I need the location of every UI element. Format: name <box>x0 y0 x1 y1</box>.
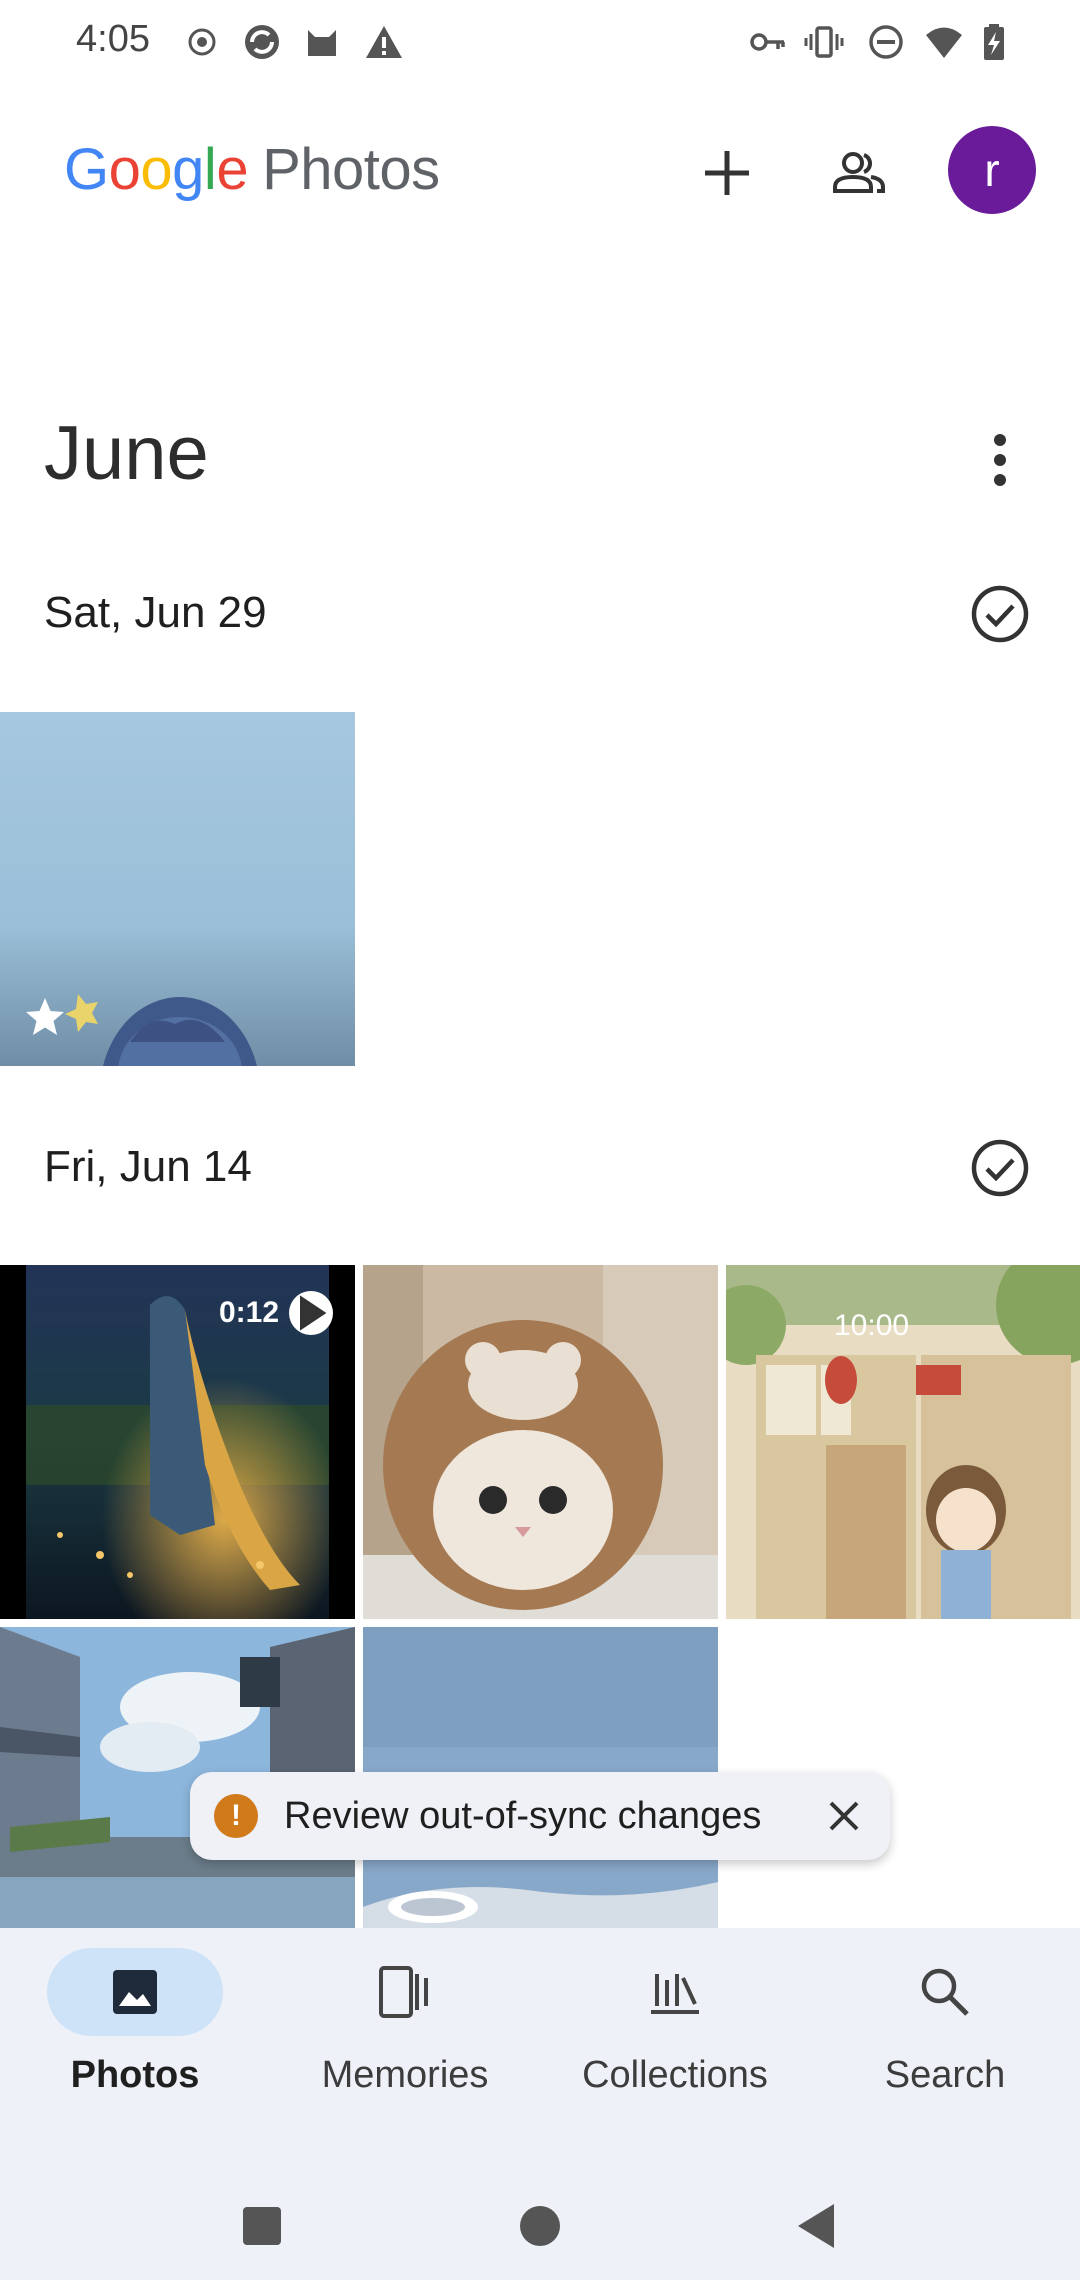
search-icon <box>921 1968 969 2016</box>
back-icon <box>798 2204 834 2248</box>
nav-memories-pill[interactable] <box>317 1948 493 2036</box>
select-day-button[interactable] <box>968 1136 1032 1200</box>
nav-collections-pill[interactable] <box>587 1948 763 2036</box>
snackbar-text[interactable]: Review out-of-sync changes <box>284 1795 816 1838</box>
do-not-disturb-icon <box>866 22 906 62</box>
status-time: 4:05 <box>76 18 150 60</box>
logo-photos-word: Photos <box>262 137 440 202</box>
out-of-sync-snackbar[interactable]: ! Review out-of-sync changes <box>190 1772 890 1860</box>
account-avatar[interactable]: r <box>948 126 1036 214</box>
home-icon <box>520 2206 560 2246</box>
nav-label: Collections <box>582 2054 768 2096</box>
nav-label: Photos <box>70 2054 200 2096</box>
nav-photos[interactable]: Photos <box>5 1948 265 2148</box>
photo-thumbnail[interactable] <box>0 712 355 1066</box>
check-circle-icon <box>971 585 1029 643</box>
nav-search[interactable]: Search <box>815 1948 1075 2148</box>
nav-search-pill[interactable] <box>857 1948 1033 2036</box>
cat-icon <box>302 22 342 62</box>
close-icon <box>829 1801 859 1831</box>
back-button[interactable] <box>776 2186 856 2266</box>
video-thumbnail[interactable]: 0:12 <box>0 1265 355 1619</box>
vibrate-icon <box>804 22 844 62</box>
nav-memories[interactable]: Memories <box>275 1948 535 2148</box>
nav-collections[interactable]: Collections <box>545 1948 805 2148</box>
select-day-button[interactable] <box>968 582 1032 646</box>
favorite-star-icon <box>26 998 64 1035</box>
app-bar: Go o g l e Photos r <box>0 100 1080 240</box>
video-badge: 0:12 <box>219 1291 333 1335</box>
date-header: Sat, Jun 29 <box>0 562 1080 662</box>
play-icon <box>289 1291 333 1335</box>
check-circle-icon <box>971 1139 1029 1197</box>
google-photos-logo: Go o g l e Photos <box>64 137 440 202</box>
sync-icon <box>242 22 282 62</box>
photo-icon <box>113 1970 157 2014</box>
sharing-button[interactable] <box>814 128 904 218</box>
alert-icon <box>364 22 404 62</box>
more-options-button[interactable] <box>970 425 1030 495</box>
date-label: Sat, Jun 29 <box>44 588 267 637</box>
nav-photos-pill[interactable] <box>47 1948 223 2036</box>
video-duration: 0:12 <box>218 1296 279 1329</box>
home-button[interactable] <box>500 2186 580 2266</box>
vpn-key-icon <box>748 22 788 62</box>
date-header: Fri, Jun 14 <box>0 1116 1080 1216</box>
plus-icon <box>705 151 749 195</box>
recents-button[interactable] <box>222 2186 302 2266</box>
recents-icon <box>243 2207 281 2245</box>
memories-icon <box>379 1966 428 2018</box>
wifi-icon <box>924 22 964 62</box>
photo-thumbnail[interactable] <box>363 1265 718 1619</box>
more-vert-icon <box>994 434 1006 486</box>
bottom-navigation: Photos Memories Collections Search <box>0 1928 1080 2280</box>
nav-label: Search <box>884 2054 1006 2096</box>
warning-icon: ! <box>214 1794 258 1838</box>
status-bar: 4:05 <box>0 0 1080 90</box>
record-icon <box>182 22 222 62</box>
people-icon <box>833 152 885 193</box>
month-heading: June <box>44 411 209 496</box>
collections-icon <box>651 1974 699 2014</box>
battery-charging-icon <box>974 22 1014 62</box>
close-snackbar-button[interactable] <box>816 1788 872 1844</box>
add-button[interactable] <box>682 128 772 218</box>
date-label: Fri, Jun 14 <box>44 1142 252 1191</box>
svg-text:10:00: 10:00 <box>834 1309 909 1342</box>
nav-label: Memories <box>321 2054 489 2096</box>
photo-thumbnail[interactable]: 10:00 <box>726 1265 1080 1619</box>
